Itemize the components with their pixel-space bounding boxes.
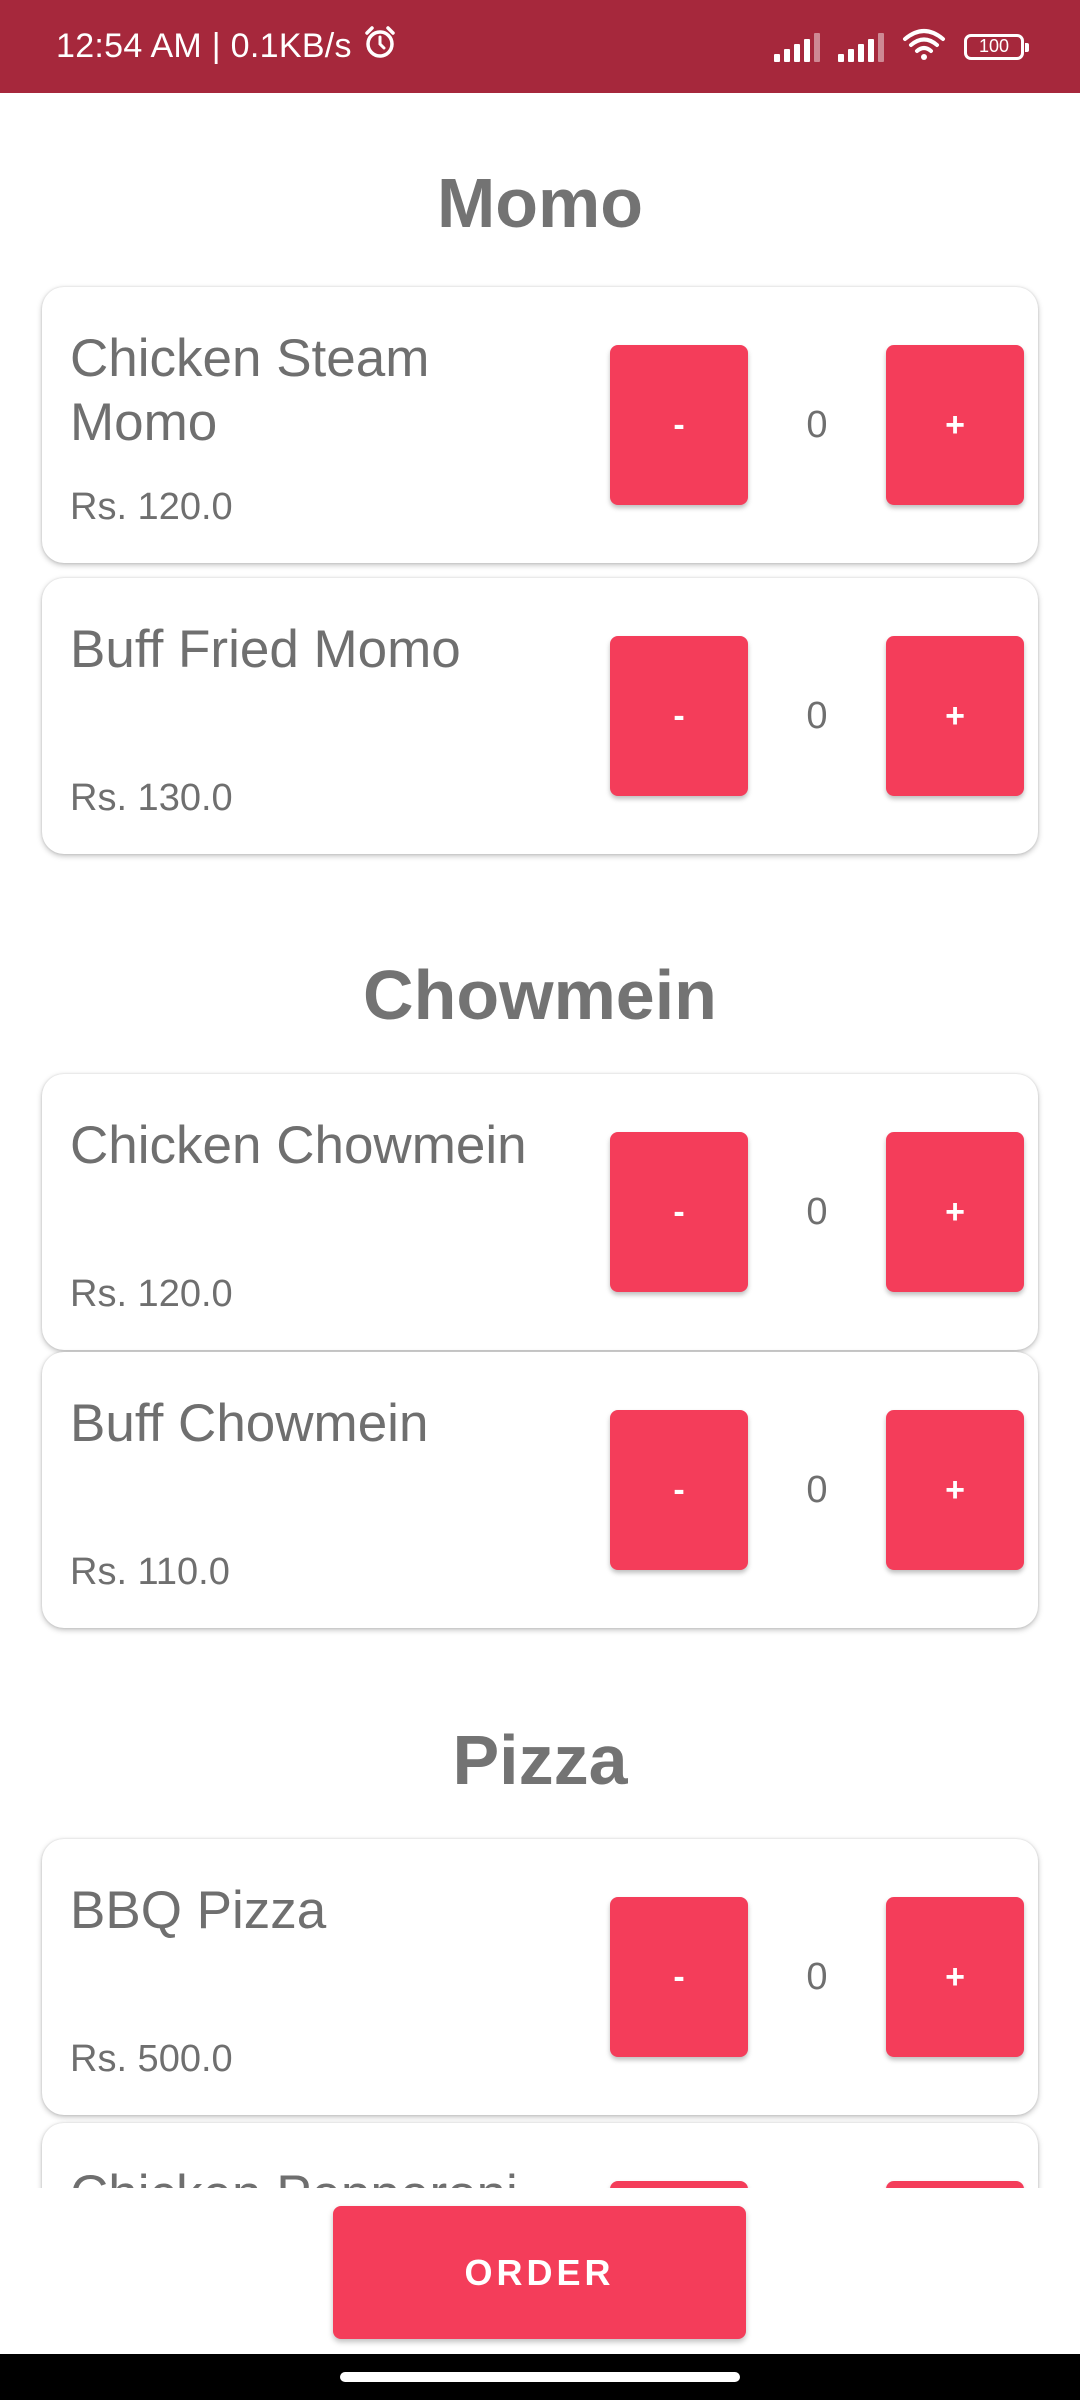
quantity-value: 0 (806, 403, 828, 446)
increment-button[interactable]: + (886, 1132, 1024, 1292)
category-title: Momo (436, 164, 644, 242)
home-indicator[interactable] (340, 2372, 740, 2382)
quantity-value: 0 (806, 1190, 828, 1233)
item-price: Rs. 130.0 (70, 777, 233, 819)
decrement-button[interactable]: - (610, 2181, 748, 2188)
increment-button[interactable]: + (886, 1410, 1024, 1570)
alarm-clock-icon (362, 24, 398, 69)
signal-icon (838, 32, 884, 62)
status-time: 12:54 AM | 0.1KB/s (56, 27, 352, 65)
battery-icon: 100 (964, 33, 1029, 60)
order-button[interactable]: ORDER (333, 2206, 746, 2339)
menu-item-card: BBQ Pizza Rs. 500.0 - 0 + (42, 1839, 1038, 2115)
category-title: Pizza (452, 1721, 628, 1799)
quantity-value: 0 (806, 694, 828, 737)
battery-level: 100 (978, 36, 1010, 56)
decrement-button[interactable]: - (610, 345, 748, 505)
increment-button[interactable]: + (886, 1897, 1024, 2057)
navigation-bar (0, 2354, 1080, 2400)
item-name: Buff Fried Momo (70, 620, 461, 679)
menu-item-card: Buff Chowmein Rs. 110.0 - 0 + (42, 1352, 1038, 1628)
status-right: 100 (774, 0, 1029, 93)
menu-item-card: Buff Fried Momo Rs. 130.0 - 0 + (42, 578, 1038, 854)
item-price: Rs. 120.0 (70, 1273, 233, 1315)
category-title: Chowmein (363, 956, 717, 1034)
item-price: Rs. 120.0 (70, 486, 233, 528)
quantity-value: 0 (806, 1955, 828, 1998)
decrement-button[interactable]: - (610, 1410, 748, 1570)
decrement-button[interactable]: - (610, 1132, 748, 1292)
wifi-icon (902, 27, 946, 66)
item-name: BBQ Pizza (70, 1881, 327, 1940)
item-price: Rs. 500.0 (70, 2038, 233, 2080)
item-name: Chicken Chowmein (70, 1116, 527, 1175)
decrement-button[interactable]: - (610, 636, 748, 796)
item-name: Buff Chowmein (70, 1394, 429, 1453)
status-bar: 12:54 AM | 0.1KB/s 100 (0, 0, 1080, 93)
menu-item-card: Chicken Pepperoni - 0 + (42, 2123, 1038, 2188)
menu-list[interactable]: Momo Chicken Steam Momo Rs. 120.0 - 0 + … (0, 93, 1080, 2188)
signal-icon (774, 32, 820, 62)
item-name: Chicken Pepperoni (70, 2163, 590, 2188)
quantity-value: 0 (806, 1468, 828, 1511)
decrement-button[interactable]: - (610, 1897, 748, 2057)
increment-button[interactable]: + (886, 2181, 1024, 2188)
quantity-value: 0 (748, 2181, 886, 2188)
increment-button[interactable]: + (886, 636, 1024, 796)
status-left: 12:54 AM | 0.1KB/s (56, 0, 398, 93)
increment-button[interactable]: + (886, 345, 1024, 505)
menu-item-card: Chicken Steam Momo Rs. 120.0 - 0 + (42, 287, 1038, 563)
item-name: Chicken Steam Momo (70, 329, 430, 452)
item-price: Rs. 110.0 (70, 1551, 230, 1593)
menu-item-card: Chicken Chowmein Rs. 120.0 - 0 + (42, 1074, 1038, 1350)
